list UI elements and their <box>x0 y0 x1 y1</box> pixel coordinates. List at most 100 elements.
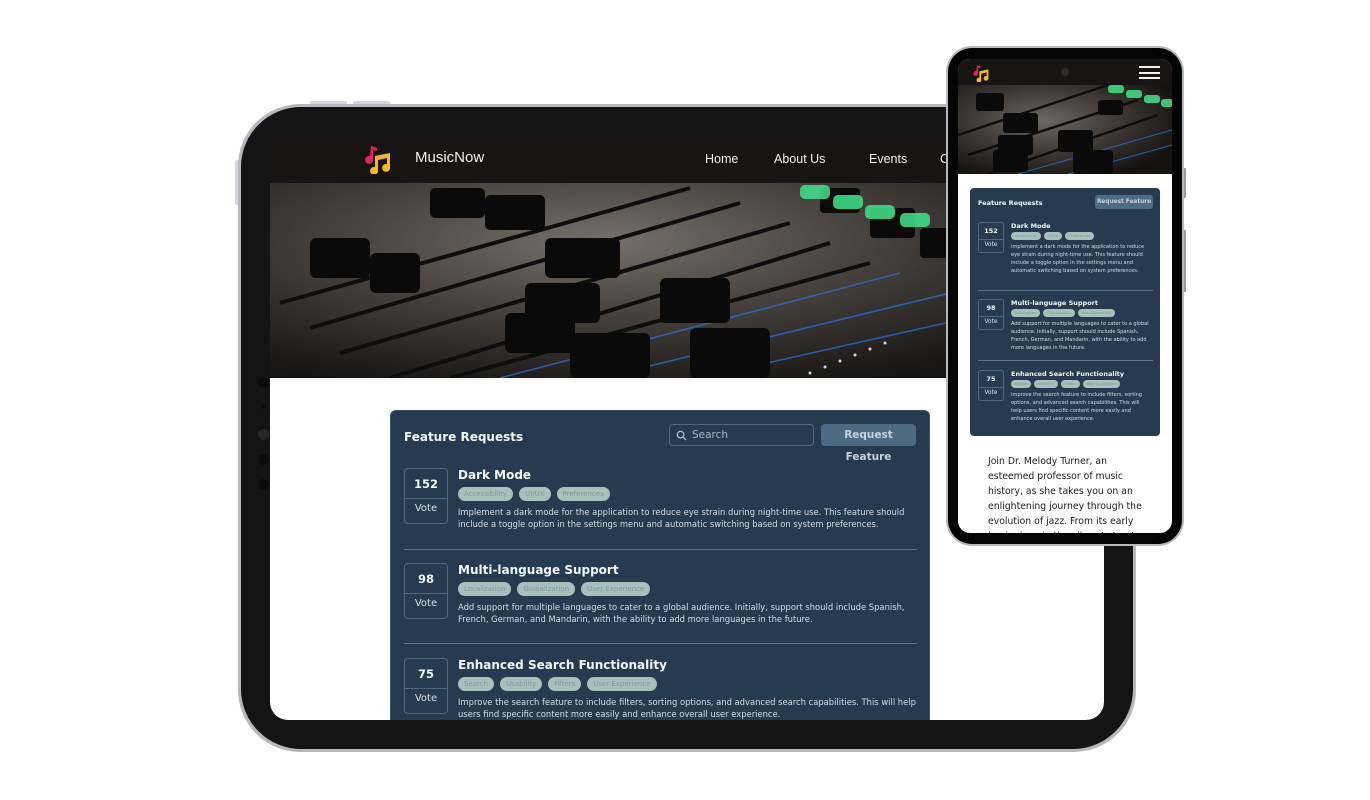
item-divider <box>404 549 917 550</box>
vote-count: 75 <box>417 667 434 681</box>
tag[interactable]: User Experience <box>587 677 657 691</box>
search-input[interactable] <box>692 429 807 441</box>
vote-divider <box>979 239 1003 240</box>
vote-button[interactable]: Vote <box>405 693 447 704</box>
tag[interactable]: Usability <box>500 677 543 691</box>
vote-count: 152 <box>984 227 998 235</box>
feature-requests-title: Feature Requests <box>978 199 1043 207</box>
tag[interactable]: Globalization <box>1043 309 1075 317</box>
vote-button[interactable]: Vote <box>979 242 1003 248</box>
tablet-camera <box>261 404 266 409</box>
mixing-console-illustration <box>958 85 1172 174</box>
vote-box: 152 Vote <box>978 222 1004 253</box>
vote-divider <box>979 387 1003 388</box>
tag[interactable]: UI/UX <box>519 487 551 501</box>
tag[interactable]: Accessibility <box>1011 232 1042 240</box>
vote-divider <box>405 688 447 689</box>
feature-title: Dark Mode <box>458 468 532 482</box>
tag[interactable]: Filters <box>548 677 582 691</box>
mobile-feature-requests-card: Feature Requests Request Feature 152 Vot… <box>970 188 1160 436</box>
vote-count: 98 <box>417 572 434 586</box>
feature-description: Add support for multiple languages to ca… <box>458 602 905 624</box>
tag[interactable]: Preferences <box>1065 232 1095 240</box>
nav-about-us[interactable]: About Us <box>774 152 825 166</box>
feature-item: 75 Vote Enhanced Search Functionality Se… <box>978 370 1153 430</box>
feature-item: 98 Vote Multi-language Support Localizat… <box>404 563 917 633</box>
vote-divider <box>405 593 447 594</box>
tag-list: Accessibility UI/UX Preferences <box>458 487 610 501</box>
music-note-logo-icon[interactable] <box>360 144 392 174</box>
vote-button[interactable]: Vote <box>405 503 447 514</box>
vote-count: 152 <box>413 477 438 491</box>
tag[interactable]: UI/UX <box>1044 232 1063 240</box>
feature-requests-card: Feature Requests Request Feature 152 Vot… <box>390 410 930 720</box>
event-description: Join Dr. Melody Turner, an esteemed prof… <box>988 456 1142 533</box>
search-box[interactable] <box>669 424 814 446</box>
feature-title: Dark Mode <box>1011 222 1051 230</box>
tag[interactable]: Preferences <box>556 487 610 501</box>
tag[interactable]: Accessibility <box>458 487 514 501</box>
nav-events[interactable]: Events <box>869 152 907 166</box>
feature-title: Multi-language Support <box>1011 299 1098 307</box>
tag-list: Accessibility UI/UX Preferences <box>1011 232 1095 240</box>
vote-count: 98 <box>986 304 996 312</box>
tablet-sensor <box>258 479 269 490</box>
feature-item: 98 Vote Multi-language Support Localizat… <box>978 299 1153 359</box>
vote-button[interactable]: Vote <box>979 319 1003 325</box>
item-divider <box>404 643 917 644</box>
tag[interactable]: User Experience <box>581 582 651 596</box>
feature-description: Improve the search feature to include fi… <box>1011 392 1142 422</box>
tag[interactable]: Usability <box>1034 380 1058 388</box>
feature-description: Improve the search feature to include fi… <box>458 697 916 719</box>
feature-item: 152 Vote Dark Mode Accessibility UI/UX P… <box>404 468 917 538</box>
hamburger-menu-icon[interactable] <box>1139 66 1160 79</box>
search-icon <box>676 430 687 441</box>
vote-button[interactable]: Vote <box>405 598 447 609</box>
vote-divider <box>405 498 447 499</box>
tag-list: Localization Globalization User Experien… <box>458 582 651 596</box>
tag[interactable]: Localization <box>1011 309 1041 317</box>
feature-title: Enhanced Search Functionality <box>458 658 667 672</box>
brand-name[interactable]: MusicNow <box>415 149 484 166</box>
tag-list: Search Usability Filters User Experience <box>1011 380 1121 388</box>
feature-title: Enhanced Search Functionality <box>1011 370 1125 378</box>
tablet-sensor <box>258 454 269 465</box>
tag[interactable]: User Experience <box>1082 380 1121 388</box>
tag[interactable]: Search <box>1011 380 1032 388</box>
phone-camera <box>1061 68 1069 76</box>
feature-description: Add support for multiple languages to ca… <box>1011 321 1149 351</box>
tag[interactable]: Localization <box>458 582 512 596</box>
tag[interactable]: Filters <box>1060 380 1080 388</box>
feature-requests-title: Feature Requests <box>404 430 524 444</box>
nav-home[interactable]: Home <box>705 152 738 166</box>
device-mockup-stage: MusicNow Home About Us Events C Feature … <box>0 0 1370 800</box>
feature-title: Multi-language Support <box>458 563 619 577</box>
feature-item: 152 Vote Dark Mode Accessibility UI/UX P… <box>978 222 1153 286</box>
feature-description: Implement a dark mode for the applicatio… <box>458 507 905 529</box>
vote-count: 75 <box>986 375 996 383</box>
item-divider <box>978 360 1153 361</box>
tag-list: Localization Globalization User Experien… <box>1011 309 1116 317</box>
tag[interactable]: Search <box>458 677 495 691</box>
mobile-hero-mixer-image <box>958 85 1172 174</box>
request-feature-button[interactable]: Request Feature <box>821 424 916 463</box>
tag-list: Search Usability Filters User Experience <box>458 677 657 691</box>
item-divider <box>978 290 1153 291</box>
request-feature-button[interactable]: Request Feature <box>1095 195 1153 209</box>
tablet-sensor <box>258 429 269 440</box>
feature-description: Implement a dark mode for the applicatio… <box>1011 244 1145 274</box>
vote-button[interactable]: Vote <box>979 390 1003 396</box>
music-note-logo-icon[interactable] <box>970 64 990 82</box>
vote-box: 98 Vote <box>404 563 448 619</box>
feature-item: 75 Vote Enhanced Search Functionality Se… <box>404 658 917 720</box>
tag[interactable]: User Experience <box>1077 309 1116 317</box>
mobile-navbar <box>958 59 1172 85</box>
vote-box: 98 Vote <box>978 299 1004 330</box>
tag[interactable]: Globalization <box>517 582 576 596</box>
phone-screen: Feature Requests Request Feature 152 Vot… <box>958 59 1172 533</box>
vote-box: 75 Vote <box>978 370 1004 401</box>
vote-divider <box>979 316 1003 317</box>
vote-box: 75 Vote <box>404 658 448 714</box>
tablet-sensor <box>258 377 269 388</box>
vote-box: 152 Vote <box>404 468 448 524</box>
